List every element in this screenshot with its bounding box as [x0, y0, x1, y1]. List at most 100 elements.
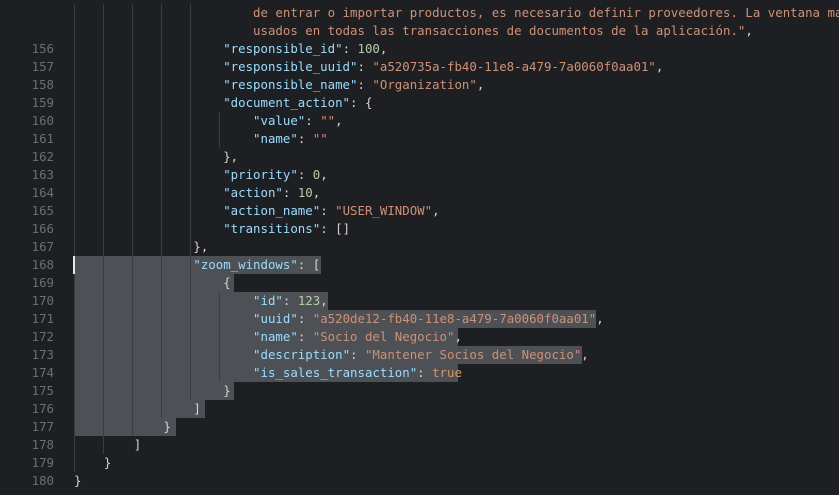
code-token: "responsible_uuid": [223, 59, 358, 74]
code-token: :: [297, 131, 313, 146]
code-editor[interactable]: de entrar o importar productos, es neces…: [0, 0, 839, 495]
code-token: "": [312, 131, 328, 146]
code-text: "is_sales_transaction": true: [74, 364, 462, 382]
code-line[interactable]: de entrar o importar productos, es neces…: [0, 4, 839, 22]
code-line[interactable]: 168 "zoom_windows": [: [0, 256, 839, 274]
line-number: 172: [31, 329, 54, 344]
code-line[interactable]: 179 }: [0, 454, 839, 472]
line-number: 169: [31, 275, 54, 290]
line-number: 177: [31, 419, 54, 434]
code-token: "Socio del Negocio": [312, 329, 455, 344]
code-line[interactable]: 180}: [0, 472, 839, 490]
code-token: :: [282, 185, 298, 200]
code-text: ]: [74, 436, 141, 454]
code-line[interactable]: 157 "responsible_uuid": "a520735a-fb40-1…: [0, 58, 839, 76]
code-token: 10: [297, 185, 313, 200]
text-cursor: [73, 256, 75, 274]
code-text: {: [74, 274, 230, 292]
code-token: :: [297, 329, 313, 344]
code-line[interactable]: 163 "priority": 0,: [0, 166, 839, 184]
code-line[interactable]: 174 "is_sales_transaction": true: [0, 364, 839, 382]
code-text: "responsible_name": "Organization",: [74, 76, 484, 94]
code-token: :: [320, 203, 336, 218]
code-text: "document_action": {: [74, 94, 372, 112]
code-token: "id": [253, 293, 283, 308]
code-token: 123: [297, 293, 321, 308]
code-line[interactable]: 156 "responsible_id": 100,: [0, 40, 839, 58]
code-text: "priority": 0,: [74, 166, 327, 184]
code-line[interactable]: 164 "action": 10,: [0, 184, 839, 202]
code-token: "description": [253, 347, 351, 362]
code-line[interactable]: 162 },: [0, 148, 839, 166]
code-token: },: [223, 149, 239, 164]
code-token: "priority": [223, 167, 298, 182]
line-number: 171: [31, 311, 54, 326]
code-line[interactable]: 176 ]: [0, 400, 839, 418]
code-token: "action_name": [223, 203, 321, 218]
code-line[interactable]: 172 "name": "Socio del Negocio",: [0, 328, 839, 346]
code-line[interactable]: 158 "responsible_name": "Organization",: [0, 76, 839, 94]
code-text: "responsible_id": 100,: [74, 40, 387, 58]
line-number: 176: [31, 401, 54, 416]
code-token: }: [163, 419, 171, 434]
code-line[interactable]: 175 }: [0, 382, 839, 400]
code-line[interactable]: usados en todas las transacciones de doc…: [0, 22, 839, 40]
line-number: 170: [31, 293, 54, 308]
code-text: "description": "Mantener Socios del Nego…: [74, 346, 589, 364]
code-line[interactable]: 166 "transitions": []: [0, 220, 839, 238]
code-line[interactable]: 173 "description": "Mantener Socios del …: [0, 346, 839, 364]
code-line[interactable]: 177 }: [0, 418, 839, 436]
code-token: "": [320, 113, 336, 128]
code-token: usados en todas las transacciones de doc…: [253, 23, 746, 38]
code-line[interactable]: 159 "document_action": {: [0, 94, 839, 112]
code-token: true: [432, 365, 462, 380]
code-token: :: [282, 293, 298, 308]
code-token: ,: [745, 23, 753, 38]
code-line[interactable]: 171 "uuid": "a520de12-fb40-11e8-a479-7a0…: [0, 310, 839, 328]
code-line[interactable]: 170 "id": 123,: [0, 292, 839, 310]
code-token: de entrar o importar productos, es neces…: [253, 5, 839, 20]
code-token: :: [297, 167, 313, 182]
code-token: },: [193, 239, 209, 254]
code-line[interactable]: 178 ]: [0, 436, 839, 454]
line-number: 164: [31, 185, 54, 200]
code-token: ,: [454, 329, 462, 344]
line-number: 165: [31, 203, 54, 218]
line-number: 159: [31, 95, 54, 110]
code-line[interactable]: 167 },: [0, 238, 839, 256]
line-number: 167: [31, 239, 54, 254]
code-line[interactable]: 161 "name": "": [0, 130, 839, 148]
code-line[interactable]: 160 "value": "",: [0, 112, 839, 130]
code-token: "responsible_id": [223, 41, 343, 56]
code-token: ,: [335, 113, 343, 128]
line-number: 173: [31, 347, 54, 362]
code-token: }: [103, 455, 112, 470]
code-token: "a520de12-fb40-11e8-a479-7a0060f0aa01": [312, 311, 597, 326]
code-text: "name": "Socio del Negocio",: [74, 328, 462, 346]
code-token: : []: [320, 221, 351, 236]
code-token: "Organization": [372, 77, 477, 92]
line-number: 179: [31, 455, 54, 470]
code-text: },: [74, 238, 208, 256]
code-line[interactable]: 169 {: [0, 274, 839, 292]
code-token: ,: [432, 203, 440, 218]
code-text: }: [74, 454, 111, 472]
code-line[interactable]: 165 "action_name": "USER_WINDOW",: [0, 202, 839, 220]
code-text: "action_name": "USER_WINDOW",: [74, 202, 440, 220]
line-number: 157: [31, 59, 54, 74]
